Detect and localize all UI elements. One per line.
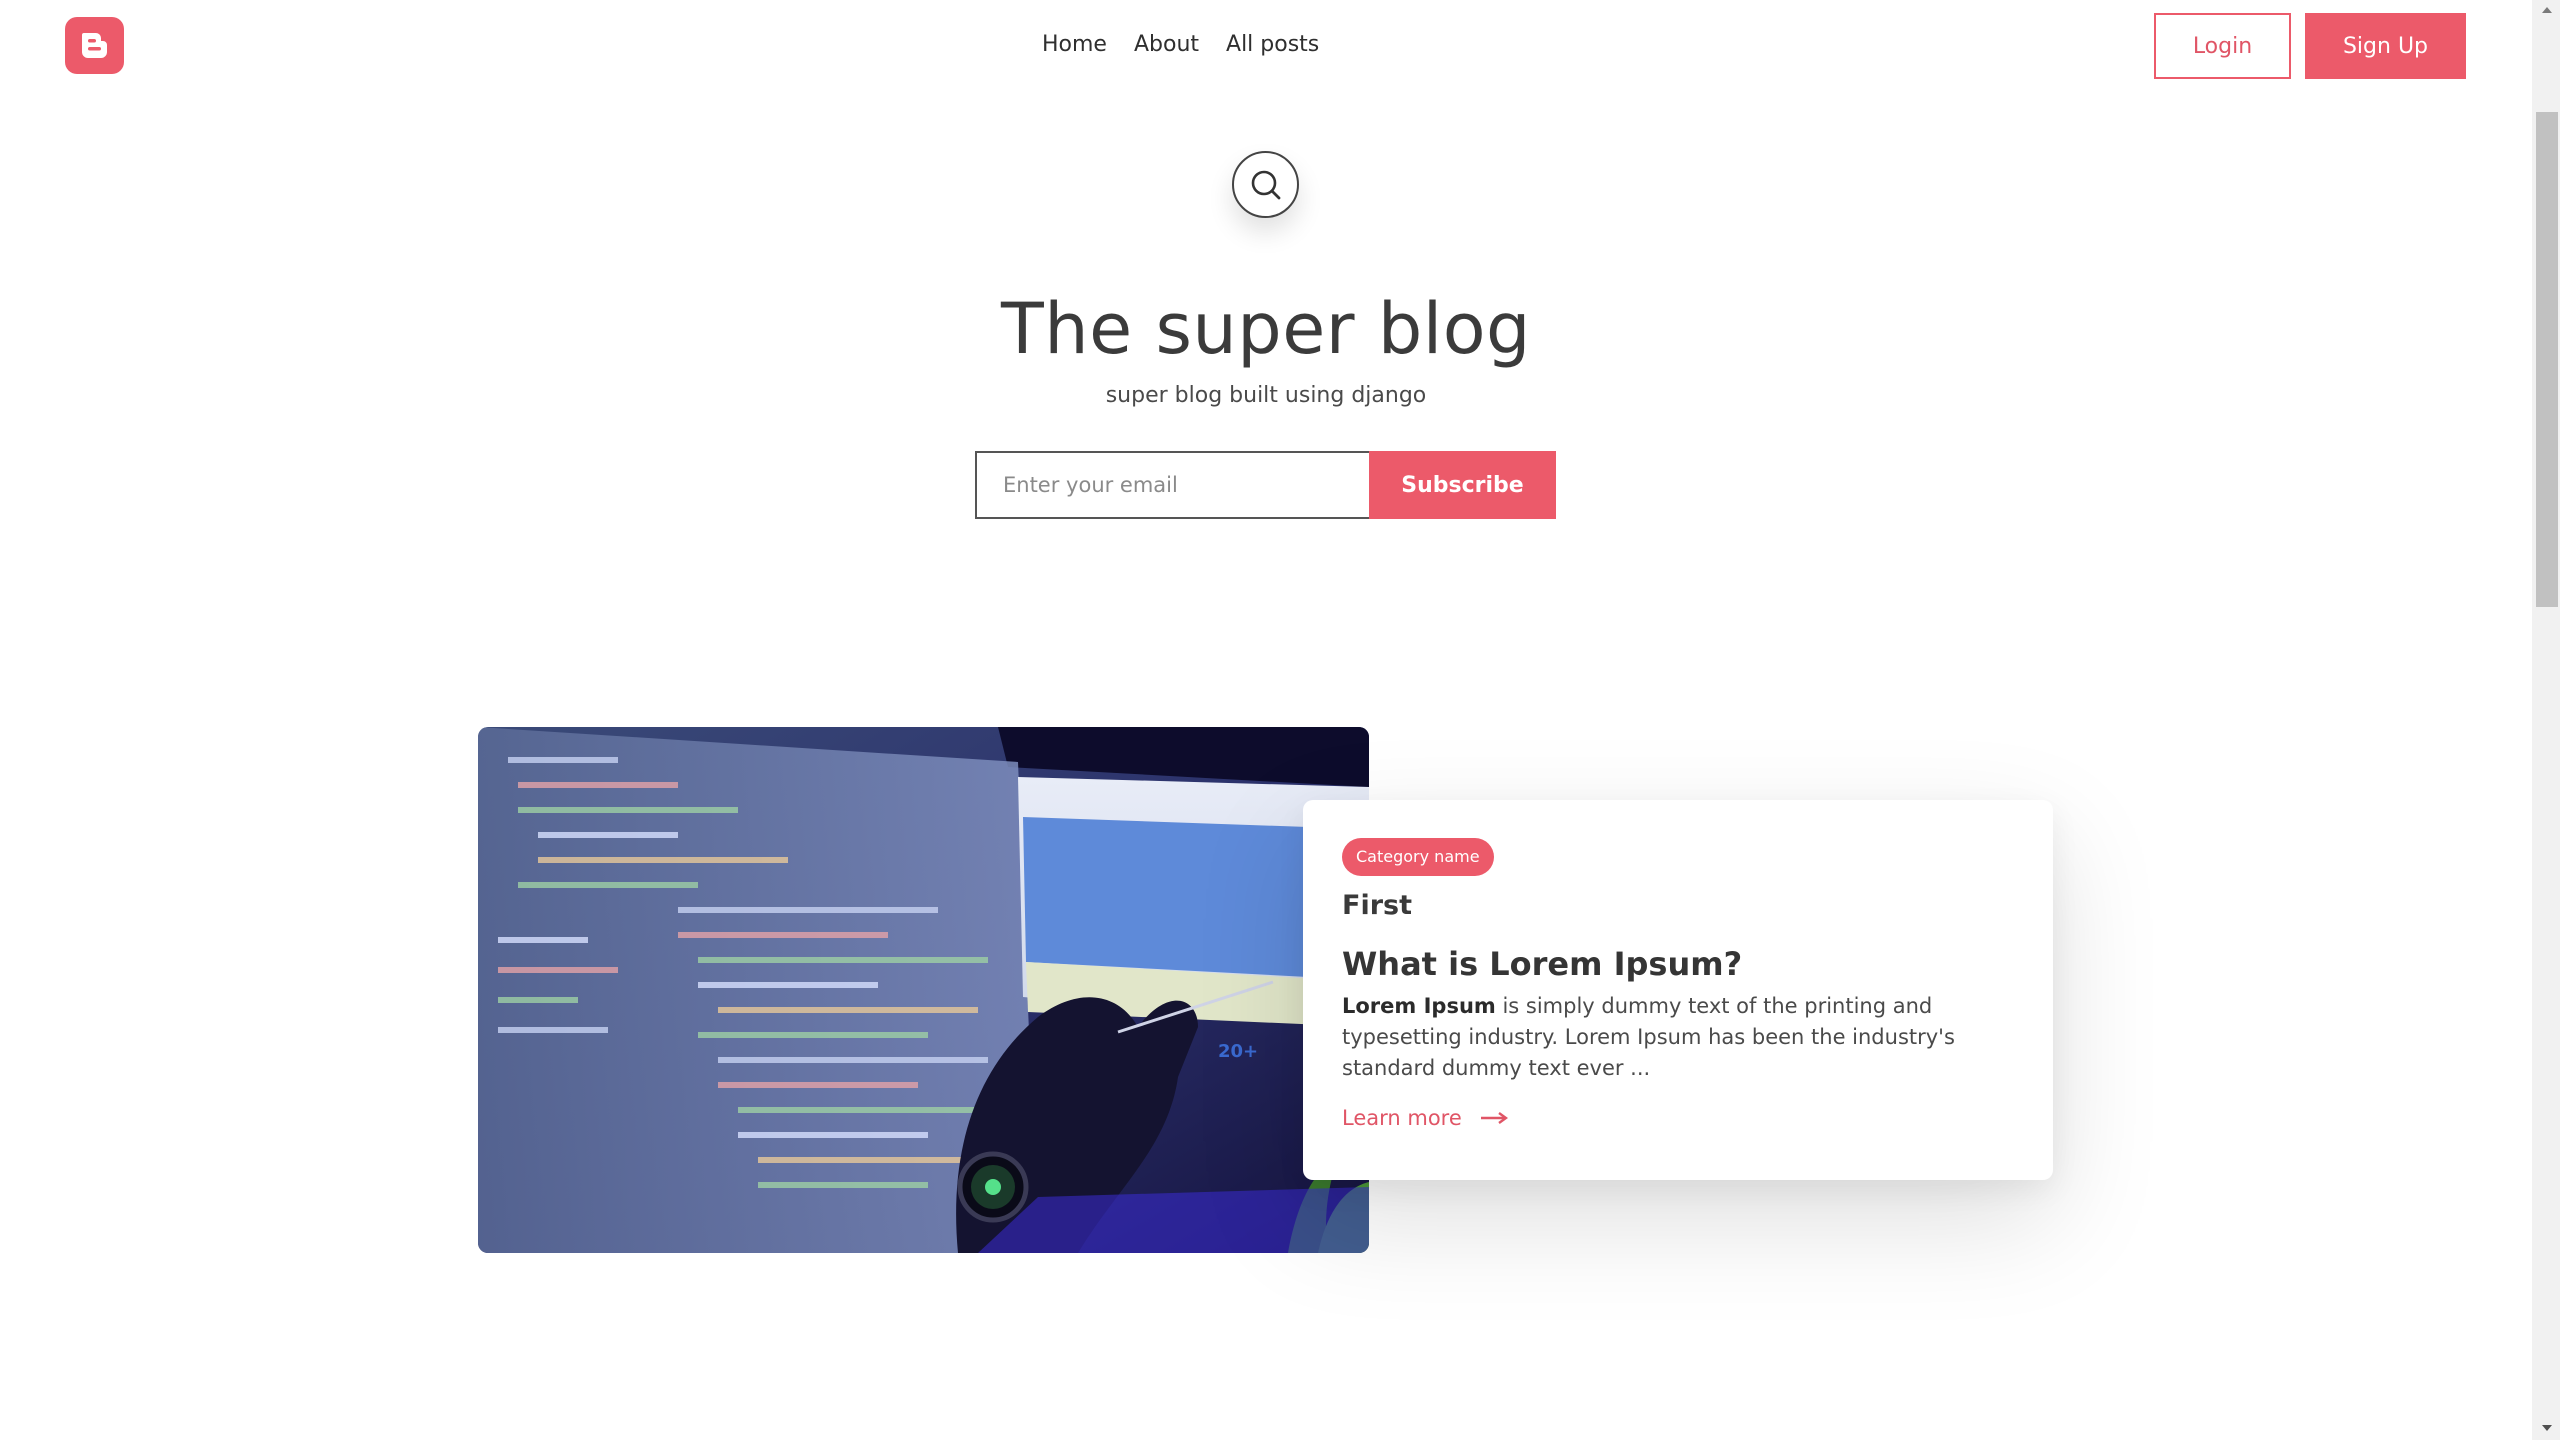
excerpt-bold: Lorem Ipsum xyxy=(1342,994,1496,1018)
learn-more-link[interactable]: Learn more xyxy=(1342,1106,2014,1130)
signup-button[interactable]: Sign Up xyxy=(2305,13,2466,79)
scroll-down-arrow[interactable] xyxy=(2536,1420,2558,1436)
scroll-up-arrow[interactable] xyxy=(2536,2,2558,18)
nav-all-posts[interactable]: All posts xyxy=(1226,28,1319,62)
main-nav: Home About All posts xyxy=(1042,28,1319,62)
post-label: First xyxy=(1342,890,1412,921)
search-icon xyxy=(1251,170,1280,199)
nav-home[interactable]: Home xyxy=(1042,28,1107,62)
svg-text:20+: 20+ xyxy=(1218,1041,1258,1062)
page-title: The super blog xyxy=(1001,288,1531,370)
post-title[interactable]: What is Lorem Ipsum? xyxy=(1342,945,2014,983)
login-button[interactable]: Login xyxy=(2154,13,2291,79)
post-card: Category name First What is Lorem Ipsum?… xyxy=(1303,800,2053,1180)
learn-more-label: Learn more xyxy=(1342,1106,1462,1130)
subscribe-button[interactable]: Subscribe xyxy=(1369,451,1556,519)
category-badge[interactable]: Category name xyxy=(1342,838,1494,876)
post-image[interactable]: 20+ xyxy=(478,727,1369,1253)
code-on-monitor-photo: 20+ xyxy=(478,727,1369,1253)
email-field[interactable] xyxy=(975,451,1370,519)
logo[interactable] xyxy=(65,17,124,74)
arrow-right-icon xyxy=(1480,1112,1508,1124)
page-subtitle: super blog built using django xyxy=(1105,383,1427,408)
search-button[interactable] xyxy=(1232,151,1299,218)
nav-about[interactable]: About xyxy=(1134,28,1199,62)
blogger-logo-icon xyxy=(82,33,107,58)
post-excerpt: Lorem Ipsum is simply dummy text of the … xyxy=(1342,991,2012,1084)
scrollbar-thumb[interactable] xyxy=(2536,112,2558,607)
